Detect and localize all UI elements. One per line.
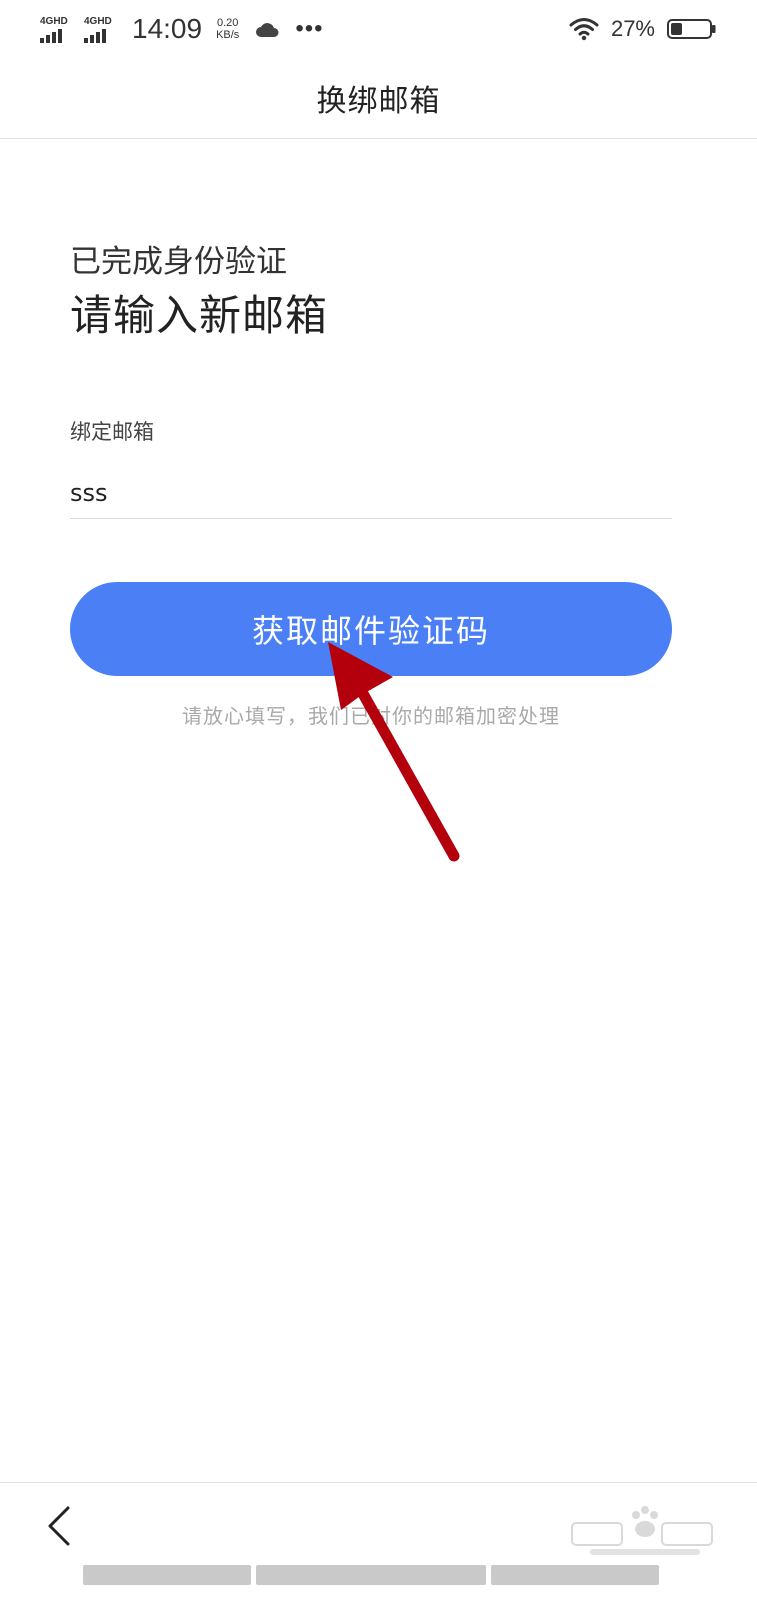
status-bar: 4GHD 4GHD 14:09 0.20 KB/s ••• 27% bbox=[0, 0, 757, 58]
battery-icon bbox=[667, 19, 716, 39]
signal-icon bbox=[84, 28, 106, 43]
network-speed: 0.20 KB/s bbox=[216, 17, 239, 41]
battery-percent: 27% bbox=[610, 16, 655, 41]
signal-1-label: 4GHD bbox=[40, 15, 68, 27]
signal-icon bbox=[40, 28, 62, 43]
speed-unit: KB/s bbox=[216, 29, 240, 41]
nav-strip-2 bbox=[256, 1565, 486, 1585]
signal-1: 4GHD bbox=[40, 16, 74, 43]
more-dots: ••• bbox=[295, 15, 324, 42]
wifi-icon bbox=[569, 18, 599, 41]
page-title: 换绑邮箱 bbox=[316, 84, 441, 119]
get-verification-code-button[interactable]: 获取邮件验证码 bbox=[70, 582, 672, 676]
cloud-icon bbox=[256, 23, 279, 37]
privacy-hint: 请放心填写，我们已对你的邮箱加密处理 bbox=[182, 704, 560, 728]
email-field-label: 绑定邮箱 bbox=[70, 420, 154, 444]
bottom-navigation bbox=[0, 1482, 757, 1601]
signal-2-label: 4GHD bbox=[84, 15, 112, 27]
status-left: 4GHD 4GHD 14:09 0.20 KB/s ••• bbox=[40, 13, 324, 45]
title-bar: 换绑邮箱 bbox=[0, 58, 757, 139]
status-right: 27% bbox=[569, 16, 717, 42]
nav-strip-3 bbox=[491, 1565, 659, 1585]
clock-time: 14:09 bbox=[132, 13, 203, 44]
nav-strip-1 bbox=[83, 1565, 251, 1585]
back-icon[interactable] bbox=[44, 1505, 74, 1547]
enter-email-heading: 请输入新邮箱 bbox=[70, 291, 329, 340]
signal-2: 4GHD bbox=[84, 16, 118, 43]
email-input[interactable] bbox=[70, 468, 672, 519]
verified-heading: 已完成身份验证 bbox=[70, 244, 287, 280]
baidu-watermark-icon bbox=[571, 1506, 713, 1555]
speed-value: 0.20 bbox=[216, 17, 239, 29]
